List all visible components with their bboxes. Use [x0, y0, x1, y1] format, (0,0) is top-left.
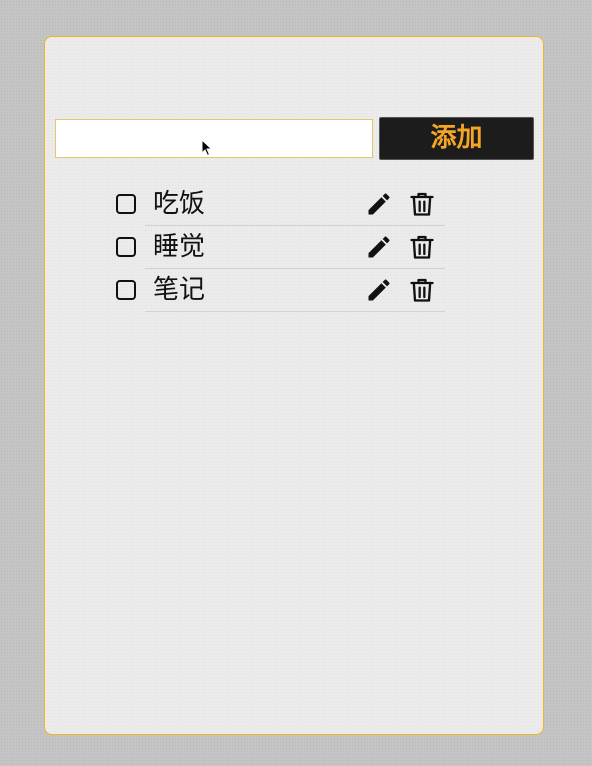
todo-item: 睡觉 — [115, 226, 445, 269]
pencil-icon[interactable] — [365, 190, 393, 218]
todo-text: 吃饭 — [153, 189, 206, 219]
pencil-icon[interactable] — [365, 233, 393, 261]
todo-input[interactable] — [55, 119, 373, 158]
todo-checkbox[interactable] — [116, 194, 136, 214]
todo-text: 笔记 — [153, 275, 206, 305]
todo-divider — [145, 311, 445, 312]
mouse-cursor-icon — [201, 139, 213, 157]
pencil-icon[interactable] — [365, 276, 393, 304]
todo-checkbox[interactable] — [116, 280, 136, 300]
todo-card: 添加 吃饭 睡觉 笔记 — [44, 36, 544, 735]
todo-text: 睡觉 — [153, 232, 206, 262]
trash-icon[interactable] — [408, 276, 436, 304]
todo-item: 吃饭 — [115, 183, 445, 226]
add-button[interactable]: 添加 — [379, 117, 534, 160]
todo-list: 吃饭 睡觉 笔记 — [115, 183, 445, 312]
trash-icon[interactable] — [408, 233, 436, 261]
trash-icon[interactable] — [408, 190, 436, 218]
todo-item: 笔记 — [115, 269, 445, 312]
todo-checkbox[interactable] — [116, 237, 136, 257]
